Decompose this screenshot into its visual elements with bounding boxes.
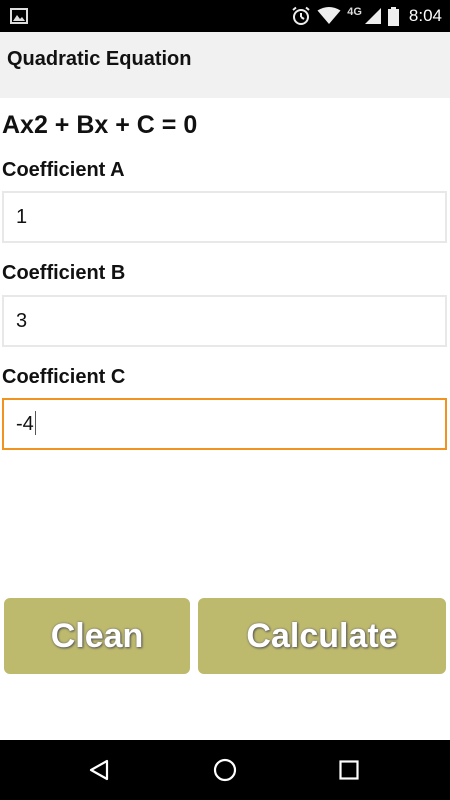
alarm-icon <box>292 6 310 25</box>
recents-icon <box>339 760 359 780</box>
battery-icon <box>387 6 399 26</box>
home-icon <box>213 758 237 782</box>
home-button[interactable] <box>210 756 240 784</box>
image-notification-icon <box>10 8 28 24</box>
status-bar: 4G 8:04 <box>0 0 450 32</box>
network-type-label: 4G <box>347 6 362 18</box>
text-cursor <box>34 411 37 436</box>
coefficient-c-label: Coefficient C <box>2 366 126 388</box>
coefficient-c-input[interactable]: -4 <box>2 398 447 450</box>
calculate-button[interactable]: Calculate <box>198 598 446 674</box>
back-icon <box>89 759 109 781</box>
recents-button[interactable] <box>334 756 364 784</box>
coefficient-a-input[interactable]: 1 <box>2 191 447 243</box>
coefficient-b-value: 3 <box>16 310 28 332</box>
navigation-bar <box>0 740 450 800</box>
status-icons: 4G 8:04 <box>291 0 442 32</box>
coefficient-a-value: 1 <box>16 206 28 228</box>
wifi-icon <box>317 7 341 24</box>
back-button[interactable] <box>84 756 114 784</box>
clean-button[interactable]: Clean <box>4 598 190 674</box>
coefficient-b-input[interactable]: 3 <box>2 295 447 347</box>
app-title: Quadratic Equation <box>7 48 192 70</box>
coefficient-b-label: Coefficient B <box>2 262 126 284</box>
status-clock: 8:04 <box>408 6 442 25</box>
coefficient-a-label: Coefficient A <box>2 159 125 181</box>
equation-heading: Ax2 + Bx + C = 0 <box>2 111 198 139</box>
coefficient-c-value: -4 <box>16 413 34 435</box>
app-bar: Quadratic Equation <box>0 32 450 98</box>
cellular-signal-icon <box>364 8 381 24</box>
